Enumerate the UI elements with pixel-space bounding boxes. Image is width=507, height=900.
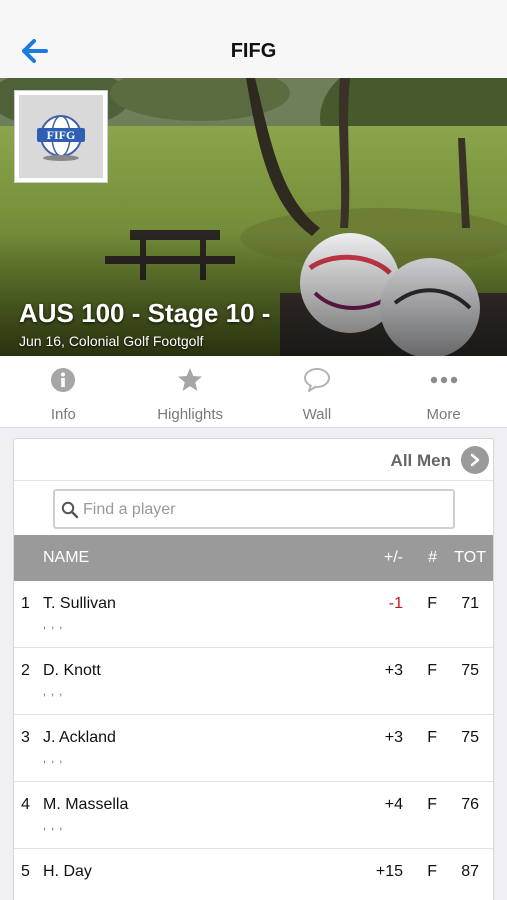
info-icon	[51, 368, 76, 392]
event-tab-bar: Info Highlights Wall More	[0, 356, 507, 428]
row-position: 1	[21, 595, 30, 612]
row-player-name: J. Ackland	[43, 729, 116, 746]
row-diff: +4	[384, 796, 403, 813]
division-filter-button[interactable]	[461, 446, 489, 474]
row-position: 2	[21, 662, 30, 679]
row-total: 71	[461, 595, 479, 612]
player-search	[14, 481, 493, 535]
row-player-name: H. Day	[43, 863, 92, 880]
tab-info[interactable]: Info	[0, 356, 127, 427]
row-diff: +3	[384, 729, 403, 746]
table-row[interactable]: 4 M. Massella , , , +4 F 76	[14, 782, 493, 849]
tab-info-label: Info	[50, 406, 76, 423]
row-player-meta: , , ,	[43, 619, 64, 631]
search-input[interactable]	[83, 497, 443, 523]
table-row[interactable]: 3 J. Ackland , , , +3 F 75	[14, 715, 493, 782]
tab-highlights[interactable]: Highlights	[127, 356, 254, 427]
tab-wall[interactable]: Wall	[254, 356, 381, 427]
svg-text:FIFG: FIFG	[47, 128, 76, 142]
page-title: FIFG	[230, 40, 277, 62]
row-player-meta: , , ,	[43, 753, 64, 765]
division-filter[interactable]: All Men	[14, 439, 493, 481]
row-player-name: D. Knott	[43, 662, 101, 679]
row-position: 3	[21, 729, 30, 746]
row-hole: F	[427, 729, 437, 746]
event-hero: FIFG AUS 100 - Stage 10 - Jun 16, Coloni…	[0, 78, 507, 356]
tab-more[interactable]: More	[380, 356, 507, 427]
search-box[interactable]	[53, 489, 455, 529]
row-player-meta: , , ,	[43, 686, 64, 698]
event-subtitle: Jun 16, Colonial Golf Footgolf	[19, 333, 204, 349]
row-hole: F	[427, 595, 437, 612]
row-player-name: M. Massella	[43, 796, 129, 813]
row-total: 75	[461, 662, 479, 679]
search-icon	[61, 501, 79, 519]
col-name: NAME	[43, 549, 90, 566]
col-total: TOT	[454, 549, 486, 566]
row-total: 76	[461, 796, 479, 813]
col-diff: +/-	[383, 549, 403, 566]
table-row[interactable]: 1 T. Sullivan , , , -1 F 71	[14, 581, 493, 648]
event-title: AUS 100 - Stage 10 -	[19, 298, 271, 328]
star-icon	[178, 368, 203, 391]
row-total: 75	[461, 729, 479, 746]
event-logo: FIFG	[14, 90, 108, 183]
row-player-name: T. Sullivan	[43, 595, 116, 612]
chevron-right-icon	[470, 453, 480, 467]
speech-bubble-icon	[303, 368, 330, 392]
more-dots-icon	[430, 376, 457, 384]
row-total: 87	[461, 863, 479, 880]
row-hole: F	[427, 863, 437, 880]
row-hole: F	[427, 796, 437, 813]
table-row[interactable]: 5 H. Day +15 F 87	[14, 849, 493, 900]
row-position: 4	[21, 796, 30, 813]
row-hole: F	[427, 662, 437, 679]
col-hole: #	[428, 549, 437, 566]
tab-more-label: More	[426, 406, 461, 423]
tab-highlights-label: Highlights	[157, 406, 224, 423]
row-diff: +3	[384, 662, 403, 679]
nav-bar: FIFG	[0, 0, 507, 78]
fifg-logo-icon: FIFG	[37, 114, 85, 161]
row-position: 5	[21, 863, 30, 880]
row-diff: +15	[375, 863, 403, 880]
row-player-meta: , , ,	[43, 820, 64, 832]
division-filter-label: All Men	[390, 451, 451, 470]
leaderboard-card: All Men NAME +/- # TOT 1 T. Sullivan , ,…	[13, 438, 494, 900]
row-diff: -1	[388, 595, 403, 612]
table-header: NAME +/- # TOT	[14, 535, 493, 581]
table-row[interactable]: 2 D. Knott , , , +3 F 75	[14, 648, 493, 715]
tab-wall-label: Wall	[302, 406, 332, 423]
